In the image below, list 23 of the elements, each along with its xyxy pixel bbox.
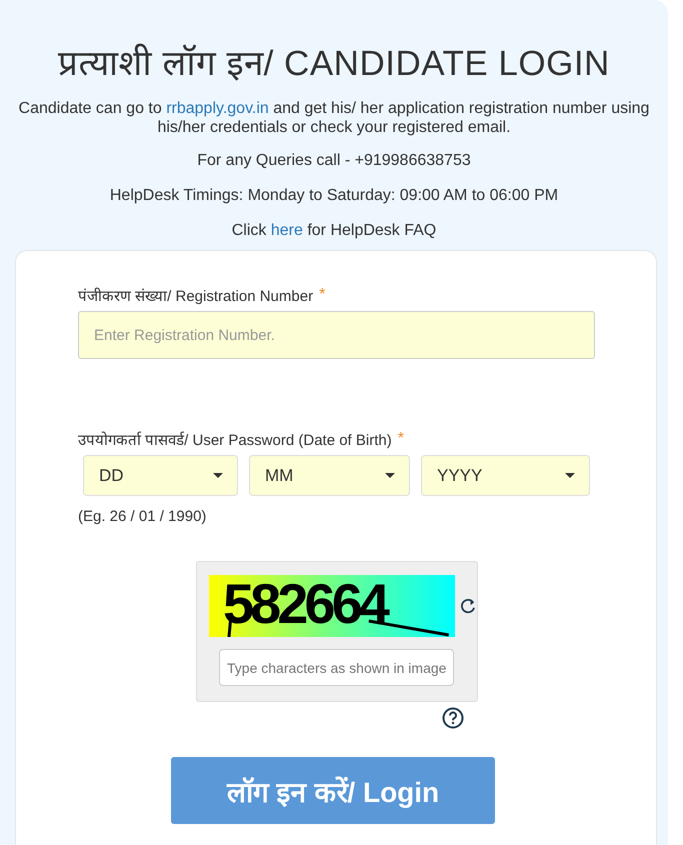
date-dropdown[interactable]: YYYY bbox=[421, 455, 590, 496]
faq-text: Click here for HelpDesk FAQ bbox=[230, 221, 438, 240]
required-mark: * bbox=[319, 286, 326, 304]
field-label: पंजीकरण संख्या/ Registration Number bbox=[78, 286, 314, 305]
field-label: उपयोगकर्ता पासवर्ड/ User Password (Date of Birth) bbox=[78, 430, 392, 449]
refresh-icon[interactable] bbox=[459, 597, 477, 615]
link[interactable]: rrbapply.gov.in bbox=[166, 100, 269, 117]
caret-icon bbox=[565, 473, 575, 478]
date-dropdown[interactable]: MM bbox=[249, 455, 410, 496]
captcha-image: 582664 bbox=[209, 575, 456, 637]
queries-text: For any Queries call - +919986638753 bbox=[196, 151, 472, 170]
page-title: प्रत्याशी लॉग इन/ CANDIDATE LOGIN bbox=[57, 42, 611, 85]
link[interactable]: here bbox=[270, 222, 303, 239]
timings-text: HelpDesk Timings: Monday to Saturday: 09:00 AM to 06:00 PM bbox=[108, 186, 560, 205]
info-text: Candidate can go to rrbapply.gov.in and get his/ her application registration number using his/her credentials or check your registered email. bbox=[18, 99, 650, 137]
caret-icon bbox=[385, 473, 395, 478]
captcha-field[interactable]: Type characters as shown in image bbox=[219, 649, 454, 686]
help-icon[interactable] bbox=[442, 707, 464, 729]
required-mark: * bbox=[398, 430, 404, 448]
format-hint: (Eg. 26 / 01 / 1990) bbox=[78, 508, 208, 525]
caret-icon bbox=[213, 473, 223, 478]
registration-field[interactable]: Enter Registration Number. bbox=[78, 311, 595, 359]
date-dropdown[interactable]: DD bbox=[83, 455, 238, 496]
